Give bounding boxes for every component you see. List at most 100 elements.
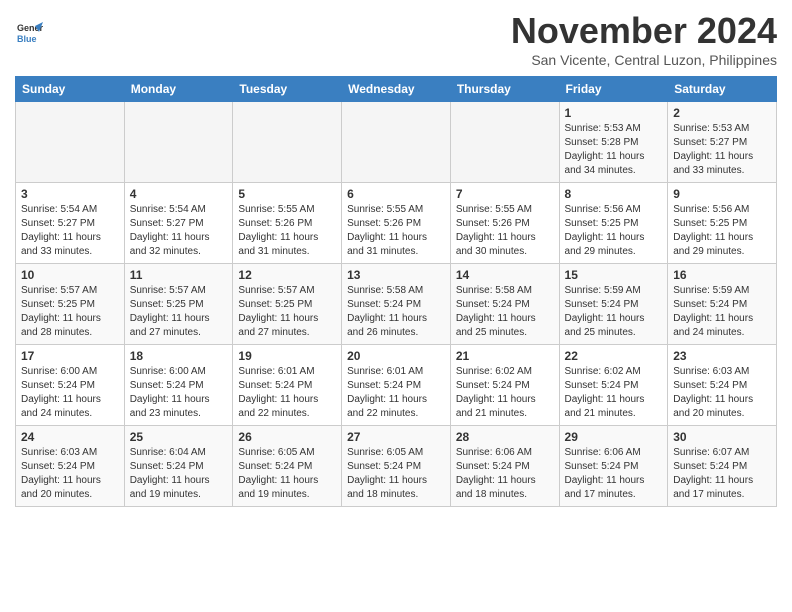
day-info: Sunrise: 5:55 AM Sunset: 5:26 PM Dayligh… [347,203,445,259]
day-info: Sunrise: 6:07 AM Sunset: 5:24 PM Dayligh… [673,446,771,502]
calendar-cell: 30 Sunrise: 6:07 AM Sunset: 5:24 PM Dayli… [668,426,777,507]
day-number: 6 [347,187,445,201]
day-number: 19 [238,349,336,363]
calendar-cell: 25Sunrise: 6:04 AM Sunset: 5:24 PM Dayli… [124,426,233,507]
day-number: 17 [21,349,119,363]
weekday-header: Tuesday [233,77,342,102]
calendar-cell [124,102,233,183]
calendar-cell: 10 Sunrise: 5:57 AM Sunset: 5:25 PM Dayli… [16,264,125,345]
calendar-week-row: 1 Sunrise: 5:53 AM Sunset: 5:28 PM Daylig… [16,102,777,183]
calendar-cell: 9Sunrise: 5:56 AM Sunset: 5:25 PM Daylig… [668,183,777,264]
day-info: Sunrise: 6:03 AM Sunset: 5:24 PM Dayligh… [21,446,119,502]
calendar-cell: 12 Sunrise: 5:57 AM Sunset: 5:25 PM Dayli… [233,264,342,345]
calendar-week-row: 10 Sunrise: 5:57 AM Sunset: 5:25 PM Dayli… [16,264,777,345]
calendar-header-row: SundayMondayTuesdayWednesdayThursdayFrid… [16,77,777,102]
day-number: 3 [21,187,119,201]
day-number: 13 [347,268,445,282]
day-number: 29 [565,430,663,444]
day-number: 12 [238,268,336,282]
calendar-cell: 16Sunrise: 5:59 AM Sunset: 5:24 PM Dayli… [668,264,777,345]
day-number: 1 [565,106,663,120]
weekday-header: Thursday [450,77,559,102]
day-number: 30 [673,430,771,444]
day-info: Sunrise: 6:04 AM Sunset: 5:24 PM Dayligh… [130,446,228,502]
calendar-cell: 2Sunrise: 5:53 AM Sunset: 5:27 PM Daylig… [668,102,777,183]
day-info: Sunrise: 5:57 AM Sunset: 5:25 PM Dayligh… [21,284,119,340]
calendar-cell: 14 Sunrise: 5:58 AM Sunset: 5:24 PM Dayli… [450,264,559,345]
calendar-cell: 17 Sunrise: 6:00 AM Sunset: 5:24 PM Dayli… [16,345,125,426]
logo: General Blue [15,18,47,46]
day-number: 20 [347,349,445,363]
day-number: 16 [673,268,771,282]
calendar-cell: 23 Sunrise: 6:03 AM Sunset: 5:24 PM Dayli… [668,345,777,426]
calendar-table: SundayMondayTuesdayWednesdayThursdayFrid… [15,76,777,507]
calendar-cell: 4 Sunrise: 5:54 AM Sunset: 5:27 PM Daylig… [124,183,233,264]
calendar-cell: 28 Sunrise: 6:06 AM Sunset: 5:24 PM Dayli… [450,426,559,507]
day-info: Sunrise: 5:55 AM Sunset: 5:26 PM Dayligh… [238,203,336,259]
title-section: November 2024 San Vicente, Central Luzon… [511,10,777,68]
day-info: Sunrise: 5:56 AM Sunset: 5:25 PM Dayligh… [565,203,663,259]
day-info: Sunrise: 6:00 AM Sunset: 5:24 PM Dayligh… [21,365,119,421]
calendar-cell [342,102,451,183]
day-number: 18 [130,349,228,363]
calendar-cell: 15Sunrise: 5:59 AM Sunset: 5:24 PM Dayli… [559,264,668,345]
day-info: Sunrise: 6:01 AM Sunset: 5:24 PM Dayligh… [238,365,336,421]
day-info: Sunrise: 6:02 AM Sunset: 5:24 PM Dayligh… [565,365,663,421]
day-number: 26 [238,430,336,444]
day-number: 7 [456,187,554,201]
calendar-cell: 20 Sunrise: 6:01 AM Sunset: 5:24 PM Dayli… [342,345,451,426]
day-info: Sunrise: 5:55 AM Sunset: 5:26 PM Dayligh… [456,203,554,259]
svg-text:Blue: Blue [17,34,37,44]
calendar-cell [233,102,342,183]
day-number: 11 [130,268,228,282]
calendar-cell: 8 Sunrise: 5:56 AM Sunset: 5:25 PM Daylig… [559,183,668,264]
day-number: 14 [456,268,554,282]
day-number: 23 [673,349,771,363]
calendar-cell: 29 Sunrise: 6:06 AM Sunset: 5:24 PM Dayli… [559,426,668,507]
calendar-cell: 26 Sunrise: 6:05 AM Sunset: 5:24 PM Dayli… [233,426,342,507]
day-number: 28 [456,430,554,444]
day-info: Sunrise: 6:05 AM Sunset: 5:24 PM Dayligh… [347,446,445,502]
day-info: Sunrise: 5:58 AM Sunset: 5:24 PM Dayligh… [347,284,445,340]
day-info: Sunrise: 5:56 AM Sunset: 5:25 PM Dayligh… [673,203,771,259]
day-info: Sunrise: 5:53 AM Sunset: 5:28 PM Dayligh… [565,122,663,178]
day-number: 8 [565,187,663,201]
weekday-header: Friday [559,77,668,102]
calendar-cell: 6 Sunrise: 5:55 AM Sunset: 5:26 PM Daylig… [342,183,451,264]
calendar-cell: 13 Sunrise: 5:58 AM Sunset: 5:24 PM Dayli… [342,264,451,345]
calendar-cell: 27 Sunrise: 6:05 AM Sunset: 5:24 PM Dayli… [342,426,451,507]
day-info: Sunrise: 5:54 AM Sunset: 5:27 PM Dayligh… [130,203,228,259]
day-number: 27 [347,430,445,444]
calendar-week-row: 17 Sunrise: 6:00 AM Sunset: 5:24 PM Dayli… [16,345,777,426]
calendar-cell: 21 Sunrise: 6:02 AM Sunset: 5:24 PM Dayli… [450,345,559,426]
day-number: 10 [21,268,119,282]
day-info: Sunrise: 5:57 AM Sunset: 5:25 PM Dayligh… [130,284,228,340]
calendar-body: 1 Sunrise: 5:53 AM Sunset: 5:28 PM Daylig… [16,102,777,507]
day-info: Sunrise: 5:57 AM Sunset: 5:25 PM Dayligh… [238,284,336,340]
calendar-cell: 19 Sunrise: 6:01 AM Sunset: 5:24 PM Dayli… [233,345,342,426]
calendar-cell: 5 Sunrise: 5:55 AM Sunset: 5:26 PM Daylig… [233,183,342,264]
day-info: Sunrise: 6:06 AM Sunset: 5:24 PM Dayligh… [456,446,554,502]
day-number: 4 [130,187,228,201]
day-info: Sunrise: 6:06 AM Sunset: 5:24 PM Dayligh… [565,446,663,502]
calendar-cell: 1 Sunrise: 5:53 AM Sunset: 5:28 PM Daylig… [559,102,668,183]
day-info: Sunrise: 6:05 AM Sunset: 5:24 PM Dayligh… [238,446,336,502]
day-number: 22 [565,349,663,363]
location-subtitle: San Vicente, Central Luzon, Philippines [511,52,777,68]
day-number: 5 [238,187,336,201]
month-title: November 2024 [511,10,777,52]
calendar-cell [16,102,125,183]
calendar-cell: 18Sunrise: 6:00 AM Sunset: 5:24 PM Dayli… [124,345,233,426]
day-number: 21 [456,349,554,363]
day-info: Sunrise: 5:58 AM Sunset: 5:24 PM Dayligh… [456,284,554,340]
day-info: Sunrise: 6:03 AM Sunset: 5:24 PM Dayligh… [673,365,771,421]
page-header: General Blue November 2024 San Vicente, … [15,10,777,68]
calendar-cell: 11 Sunrise: 5:57 AM Sunset: 5:25 PM Dayli… [124,264,233,345]
day-info: Sunrise: 6:01 AM Sunset: 5:24 PM Dayligh… [347,365,445,421]
weekday-header: Monday [124,77,233,102]
calendar-cell [450,102,559,183]
day-info: Sunrise: 6:02 AM Sunset: 5:24 PM Dayligh… [456,365,554,421]
calendar-week-row: 3 Sunrise: 5:54 AM Sunset: 5:27 PM Daylig… [16,183,777,264]
weekday-header: Wednesday [342,77,451,102]
day-number: 15 [565,268,663,282]
